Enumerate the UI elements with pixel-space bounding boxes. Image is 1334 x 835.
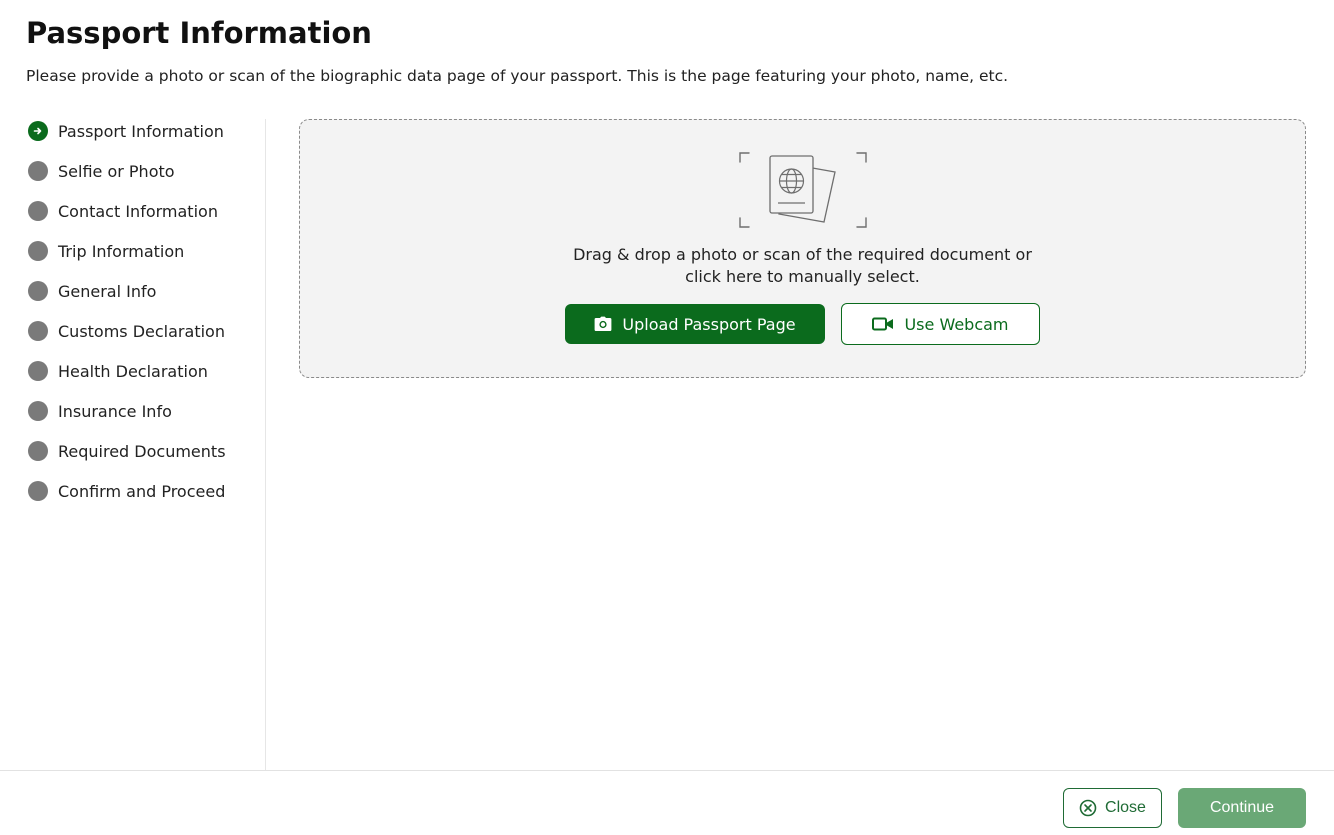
dropzone-text-line1: Drag & drop a photo or scan of the requi… bbox=[573, 245, 1032, 264]
dropzone-text-line2: click here to manually select. bbox=[685, 267, 920, 286]
step-label: Selfie or Photo bbox=[58, 161, 175, 181]
step-label: Contact Information bbox=[58, 201, 218, 221]
document-dropzone[interactable]: Drag & drop a photo or scan of the requi… bbox=[299, 119, 1306, 378]
use-webcam-label: Use Webcam bbox=[904, 314, 1009, 334]
page-subtitle: Please provide a photo or scan of the bi… bbox=[26, 67, 1009, 85]
close-label: Close bbox=[1105, 799, 1146, 816]
close-circle-icon bbox=[1079, 799, 1097, 817]
step-passport-information[interactable]: Passport Information bbox=[28, 119, 224, 143]
step-label: Customs Declaration bbox=[58, 321, 225, 341]
continue-button[interactable]: Continue bbox=[1178, 788, 1306, 828]
step-customs-declaration[interactable]: Customs Declaration bbox=[28, 319, 225, 343]
step-sidebar: Passport Information Selfie or Photo Con… bbox=[0, 119, 266, 770]
step-health-declaration[interactable]: Health Declaration bbox=[28, 359, 208, 383]
upload-passport-label: Upload Passport Page bbox=[622, 314, 796, 334]
step-contact-information[interactable]: Contact Information bbox=[28, 199, 218, 223]
step-dot-icon bbox=[28, 321, 48, 341]
close-button[interactable]: Close bbox=[1063, 788, 1162, 828]
step-dot-icon bbox=[28, 201, 48, 221]
step-selfie-or-photo[interactable]: Selfie or Photo bbox=[28, 159, 175, 183]
step-required-documents[interactable]: Required Documents bbox=[28, 439, 226, 463]
page-title: Passport Information bbox=[26, 16, 372, 50]
step-dot-icon bbox=[28, 241, 48, 261]
step-dot-icon bbox=[28, 441, 48, 461]
step-dot-icon bbox=[28, 481, 48, 501]
upload-passport-button[interactable]: Upload Passport Page bbox=[565, 304, 825, 344]
arrow-right-circle-icon bbox=[28, 121, 48, 141]
step-label: Required Documents bbox=[58, 441, 226, 461]
footer-actions: Close Continue bbox=[0, 770, 1334, 835]
step-dot-icon bbox=[28, 401, 48, 421]
dropzone-instructions: Drag & drop a photo or scan of the requi… bbox=[300, 244, 1305, 288]
step-confirm-and-proceed[interactable]: Confirm and Proceed bbox=[28, 479, 225, 503]
use-webcam-button[interactable]: Use Webcam bbox=[841, 303, 1040, 345]
passport-scan-icon bbox=[739, 152, 867, 228]
camera-icon bbox=[595, 316, 612, 331]
step-dot-icon bbox=[28, 161, 48, 181]
step-trip-information[interactable]: Trip Information bbox=[28, 239, 184, 263]
video-camera-icon bbox=[872, 317, 894, 331]
step-label: Confirm and Proceed bbox=[58, 481, 226, 501]
passport-information-page: Passport Information Please provide a ph… bbox=[0, 0, 1334, 835]
step-label: Health Declaration bbox=[58, 361, 208, 381]
step-dot-icon bbox=[28, 281, 48, 301]
step-dot-icon bbox=[28, 361, 48, 381]
step-insurance-info[interactable]: Insurance Info bbox=[28, 399, 172, 423]
step-label: Insurance Info bbox=[58, 401, 172, 421]
step-label: Passport Information bbox=[58, 121, 224, 141]
step-label: Trip Information bbox=[58, 241, 185, 261]
step-general-info[interactable]: General Info bbox=[28, 279, 156, 303]
continue-label: Continue bbox=[1209, 799, 1275, 816]
step-label: General Info bbox=[58, 281, 157, 301]
